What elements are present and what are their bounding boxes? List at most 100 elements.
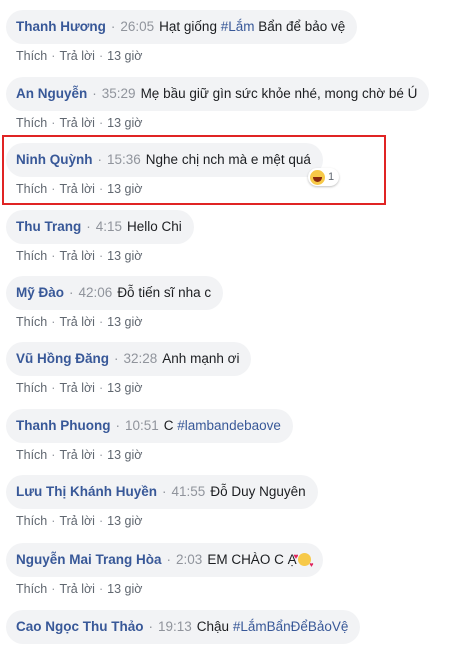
commenter-name[interactable]: Cao Ngọc Thu Thảo bbox=[16, 619, 144, 634]
like-link[interactable]: Thích bbox=[16, 582, 47, 596]
comment-text: EM CHÀO C Ạ bbox=[207, 549, 314, 574]
commenter-name[interactable]: Lưu Thị Khánh Huyền bbox=[16, 484, 157, 499]
comment-bubble: Thu Trang · 4:15 Hello Chi bbox=[6, 210, 194, 244]
separator-dot: · bbox=[86, 219, 91, 234]
commenter-name[interactable]: Thu Trang bbox=[16, 219, 81, 234]
comment-age[interactable]: 13 giờ bbox=[107, 448, 142, 462]
comment: Thanh Phuong · 10:51 C #lambandebaove Thích… bbox=[6, 409, 293, 463]
comment-actions: Thích · Trả lời · 13 giờ bbox=[16, 514, 143, 528]
like-link[interactable]: Thích bbox=[16, 381, 47, 395]
like-link[interactable]: Thích bbox=[16, 49, 47, 63]
commenter-name[interactable]: Ninh Quỳnh bbox=[16, 152, 93, 167]
comment-age[interactable]: 13 giờ bbox=[107, 249, 142, 263]
separator-dot: · bbox=[166, 552, 172, 567]
reply-link[interactable]: Trả lời bbox=[59, 381, 95, 395]
comment-timestamp[interactable]: 10:51 bbox=[125, 418, 159, 433]
comment-actions: Thích · Trả lời · 13 giờ bbox=[16, 381, 143, 395]
comment-actions: Thích · Trả lời · 13 giờ bbox=[16, 582, 143, 596]
comment-bubble: Ninh Quỳnh · 15:36 Nghe chị nch mà e mệt qu… bbox=[6, 143, 323, 177]
comment: Ninh Quỳnh · 15:36 Nghe chị nch mà e mệt qu… bbox=[6, 143, 323, 197]
comment-timestamp[interactable]: 41:55 bbox=[172, 484, 206, 499]
reply-link[interactable]: Trả lời bbox=[59, 448, 95, 462]
comment-bubble: Thanh Phuong · 10:51 C #lambandebaove bbox=[6, 409, 293, 443]
comment-timestamp[interactable]: 4:15 bbox=[96, 219, 122, 234]
comment-bubble: Lưu Thị Khánh Huyền · 41:55 Đỗ Duy Nguyên bbox=[6, 475, 318, 509]
comment-age[interactable]: 13 giờ bbox=[107, 182, 142, 196]
comment-timestamp[interactable]: 26:05 bbox=[120, 19, 154, 34]
hashtag-link[interactable]: #lambandebaove bbox=[177, 418, 281, 433]
reply-link[interactable]: Trả lời bbox=[59, 249, 95, 263]
reply-link[interactable]: Trả lời bbox=[59, 182, 95, 196]
comment-text: Hạt giống #Lắm Bẩn để bảo vệ bbox=[159, 19, 346, 34]
commenter-name[interactable]: Thanh Phuong bbox=[16, 418, 110, 433]
like-link[interactable]: Thích bbox=[16, 315, 47, 329]
comment-age[interactable]: 13 giờ bbox=[107, 381, 142, 395]
commenter-name[interactable]: Nguyễn Mai Trang Hòa bbox=[16, 552, 162, 567]
comment-timestamp[interactable]: 32:28 bbox=[124, 351, 158, 366]
comment-text: Chậu #LắmBẩnĐểBảoVệ bbox=[196, 619, 349, 634]
like-link[interactable]: Thích bbox=[16, 249, 47, 263]
comment: An Nguyễn · 35:29 Mẹ bầu giữ gìn sức khỏe n… bbox=[6, 77, 430, 131]
comment-text: Đỗ tiến sĩ nha c bbox=[117, 285, 212, 300]
comment: Lưu Thị Khánh Huyền · 41:55 Đỗ Duy Nguyên T… bbox=[6, 475, 318, 529]
comment-timestamp[interactable]: 15:36 bbox=[107, 152, 141, 167]
comment-actions: Thích · Trả lời · 13 giờ bbox=[16, 116, 143, 130]
separator-dot: · bbox=[69, 285, 74, 300]
comment: Thu Trang · 4:15 Hello Chi Thích · Trả lời · 13… bbox=[6, 210, 194, 264]
separator-dot: · bbox=[114, 351, 119, 366]
comment-bubble: Vũ Hồng Đăng · 32:28 Anh mạnh ơi bbox=[6, 342, 252, 376]
comment-text: Đỗ Duy Nguyên bbox=[210, 484, 306, 499]
comment-text: Anh mạnh ơi bbox=[162, 351, 240, 366]
like-link[interactable]: Thích bbox=[16, 182, 47, 196]
commenter-name[interactable]: Mỹ Đào bbox=[16, 285, 64, 300]
comment-timestamp[interactable]: 19:13 bbox=[158, 619, 192, 634]
comment-bubble: Mỹ Đào · 42:06 Đỗ tiến sĩ nha c bbox=[6, 276, 224, 310]
laughing-emoji-icon bbox=[310, 169, 325, 185]
reply-link[interactable]: Trả lời bbox=[59, 582, 95, 596]
comment-text: Hello Chi bbox=[127, 219, 182, 234]
comment-timestamp[interactable]: 35:29 bbox=[102, 86, 136, 101]
comment-age[interactable]: 13 giờ bbox=[107, 49, 142, 63]
comment-actions: Thích · Trả lời · 13 giờ bbox=[16, 249, 143, 263]
comment-actions: Thích · Trả lời · 13 giờ bbox=[16, 315, 143, 329]
reply-link[interactable]: Trả lời bbox=[59, 49, 95, 63]
like-link[interactable]: Thích bbox=[16, 448, 47, 462]
comment-age[interactable]: 13 giờ bbox=[107, 514, 142, 528]
separator-dot: · bbox=[97, 152, 103, 167]
comment-bubble: Thanh Hương · 26:05 Hạt giống #Lắm Bẩn để b… bbox=[6, 10, 358, 44]
comment-text: Mẹ bầu giữ gìn sức khỏe nhé, mong chờ bé… bbox=[140, 86, 418, 101]
comment: Thanh Hương · 26:05 Hạt giống #Lắm Bẩn để b… bbox=[6, 10, 358, 64]
smiling-face-with-hearts-icon bbox=[294, 549, 314, 574]
separator-dot: · bbox=[162, 484, 167, 499]
reply-link[interactable]: Trả lời bbox=[59, 514, 95, 528]
hashtag-link[interactable]: #Lắm bbox=[221, 19, 255, 34]
separator-dot: · bbox=[115, 418, 120, 433]
comment: Nguyễn Mai Trang Hòa · 2:03 EM CHÀO C Ạ Thí… bbox=[6, 543, 323, 597]
like-link[interactable]: Thích bbox=[16, 116, 47, 130]
comment-timestamp[interactable]: 2:03 bbox=[176, 552, 202, 567]
comment-actions: Thích · Trả lời · 13 giờ bbox=[16, 182, 143, 196]
commenter-name[interactable]: An Nguyễn bbox=[16, 86, 87, 101]
comment-text: C #lambandebaove bbox=[163, 418, 281, 433]
reply-link[interactable]: Trả lời bbox=[59, 116, 95, 130]
reply-link[interactable]: Trả lời bbox=[59, 315, 95, 329]
comment-age[interactable]: 13 giờ bbox=[107, 582, 142, 596]
comment-bubble: An Nguyễn · 35:29 Mẹ bầu giữ gìn sức khỏe n… bbox=[6, 77, 430, 111]
reaction-count-badge[interactable]: 1 bbox=[308, 168, 340, 186]
comment-age[interactable]: 13 giờ bbox=[107, 315, 142, 329]
comment: Cao Ngọc Thu Thảo · 19:13 Chậu #LắmBẩnĐểBảo… bbox=[6, 610, 361, 644]
comment: Vũ Hồng Đăng · 32:28 Anh mạnh ơi Thích · Trả … bbox=[6, 342, 252, 396]
commenter-name[interactable]: Thanh Hương bbox=[16, 19, 106, 34]
comment-age[interactable]: 13 giờ bbox=[107, 116, 142, 130]
comment-actions: Thích · Trả lời · 13 giờ bbox=[16, 49, 143, 63]
comment-bubble: Nguyễn Mai Trang Hòa · 2:03 EM CHÀO C Ạ bbox=[6, 543, 323, 577]
commenter-name[interactable]: Vũ Hồng Đăng bbox=[16, 351, 109, 366]
hashtag-link[interactable]: #LắmBẩnĐểBảoVệ bbox=[233, 619, 349, 634]
comment-timestamp[interactable]: 42:06 bbox=[79, 285, 113, 300]
like-link[interactable]: Thích bbox=[16, 514, 47, 528]
reaction-count: 1 bbox=[328, 171, 335, 183]
separator-dot: · bbox=[92, 86, 97, 101]
comment-bubble: Cao Ngọc Thu Thảo · 19:13 Chậu #LắmBẩnĐểBảo… bbox=[6, 610, 361, 644]
comment: Mỹ Đào · 42:06 Đỗ tiến sĩ nha c Thích · Trả l… bbox=[6, 276, 224, 330]
separator-dot: · bbox=[148, 619, 154, 634]
